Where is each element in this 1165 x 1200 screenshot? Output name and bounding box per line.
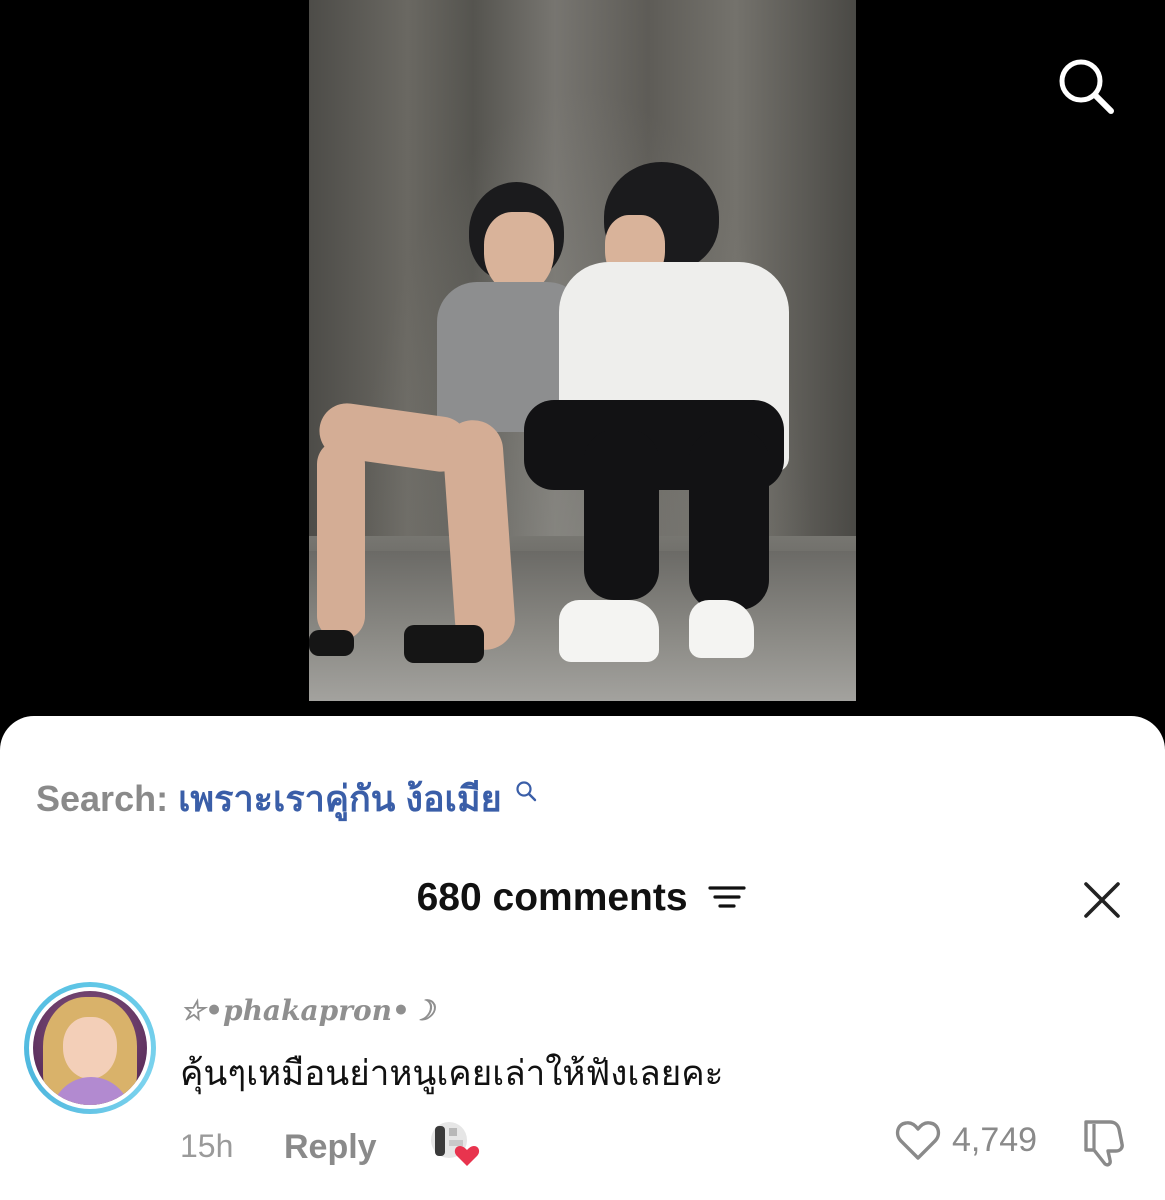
search-query-link[interactable]: เพราะเราคู่กัน ง้อเมีย <box>178 778 502 819</box>
comments-header: 680 comments <box>0 876 1165 922</box>
comment-item: ☆•phakapron•☽ คุ้นๆเหมือนย่าหนูเคยเล่าให… <box>24 982 1144 1182</box>
comments-sheet: Search: เพราะเราคู่กัน ง้อเมีย 680 comme… <box>0 716 1165 1200</box>
search-icon[interactable] <box>1055 55 1117 117</box>
thumbs-down-icon[interactable] <box>1080 1116 1128 1168</box>
like-count: 4,749 <box>952 1120 1038 1159</box>
reply-button[interactable]: Reply <box>284 1128 377 1167</box>
avatar[interactable] <box>24 982 156 1114</box>
comments-count-title: 680 comments <box>416 876 688 919</box>
video-person-right <box>309 0 856 701</box>
search-small-icon <box>514 770 538 812</box>
related-search[interactable]: Search: เพราะเราคู่กัน ง้อเมีย <box>36 770 538 827</box>
search-prefix: Search: <box>36 778 169 819</box>
sort-icon[interactable] <box>706 878 748 922</box>
comment-text: คุ้นๆเหมือนย่าหนูเคยเล่าให้ฟังเลยคะ <box>180 1054 724 1093</box>
creator-liked-icon <box>427 1118 487 1172</box>
heart-outline-icon <box>895 1121 941 1160</box>
video-frame[interactable] <box>309 0 856 701</box>
close-icon[interactable] <box>1080 878 1124 922</box>
comment-username[interactable]: ☆•phakapron•☽ <box>180 994 435 1027</box>
like-button[interactable]: 4,749 <box>894 1118 1037 1162</box>
comment-time: 15h <box>180 1128 234 1164</box>
